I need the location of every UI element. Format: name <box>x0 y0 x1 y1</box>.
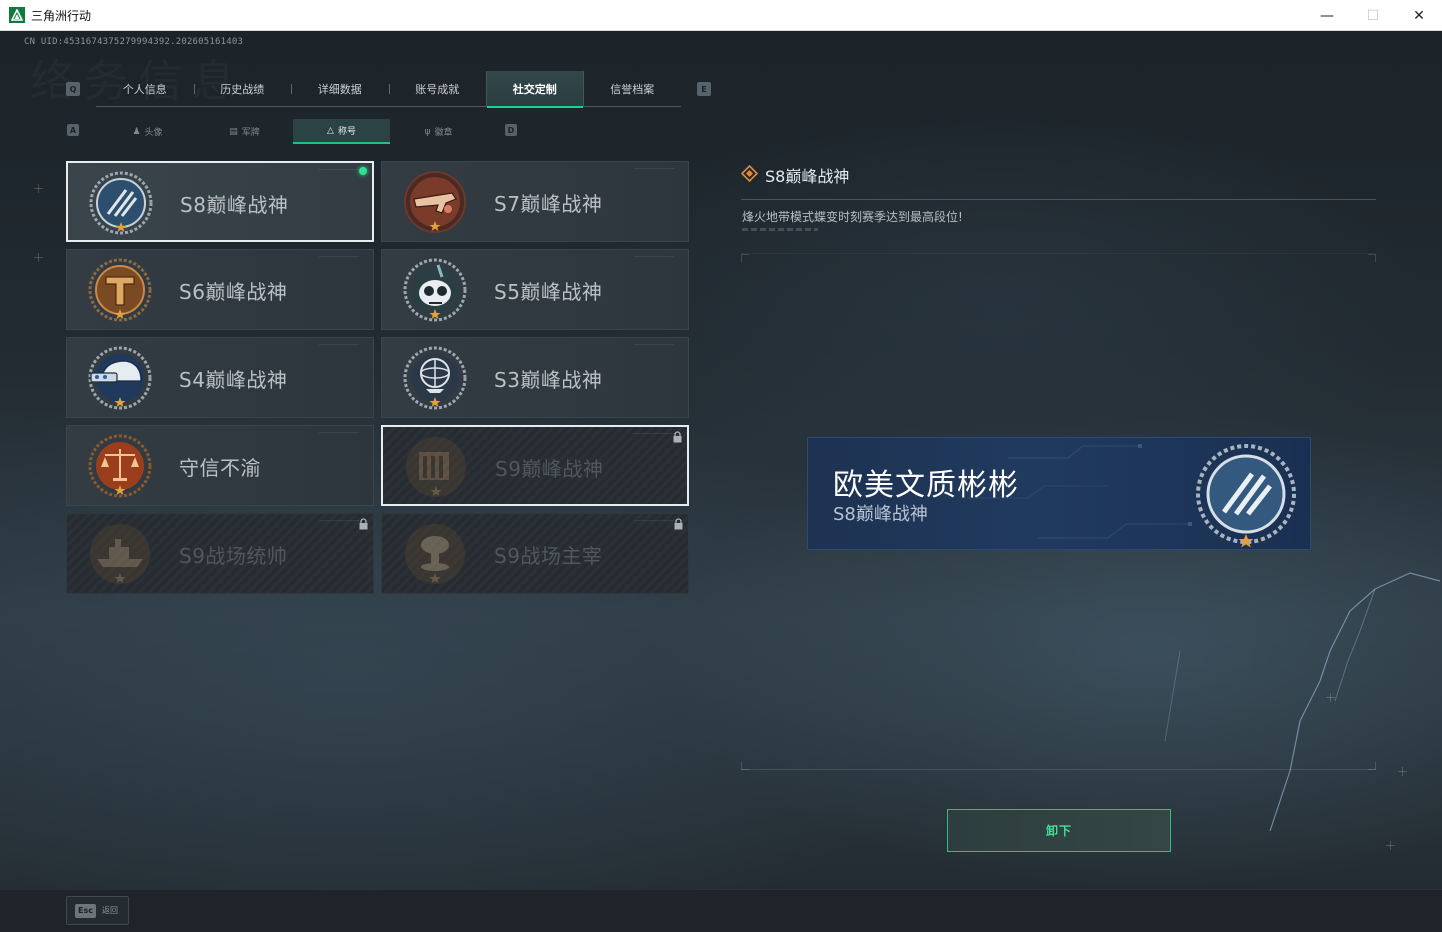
tab-personal-info[interactable]: 个人信息 <box>96 71 194 107</box>
tab-history[interactable]: 历史战绩 <box>193 71 292 107</box>
ship-medal-icon <box>90 524 150 584</box>
subtab-title-label: 称号 <box>337 127 356 137</box>
detail-title: S8巅峰战神 <box>765 167 850 186</box>
back-button[interactable]: Esc 返回 <box>66 896 129 925</box>
title-card[interactable]: S3巅峰战神 <box>381 337 689 418</box>
s7-medal-icon <box>404 171 466 233</box>
title-triangle-icon: △ <box>327 125 334 136</box>
main-tab-bar: 个人信息 历史战绩 详细数据 账号成就 社交定制 信誉档案 <box>96 71 682 108</box>
subtab-badge[interactable]: ψ 徽章 <box>390 119 487 144</box>
title-card[interactable]: 守信不渝 <box>66 425 374 506</box>
lock-icon <box>673 431 682 443</box>
lock-icon <box>674 518 683 530</box>
player-name: 欧美文质彬彬 <box>833 468 1019 503</box>
dogtag-icon: ▤ <box>229 126 238 137</box>
title-card-label: S9战场主宰 <box>494 544 603 568</box>
subtab-dogtag[interactable]: ▤ 军牌 <box>196 119 293 144</box>
game-viewport: 络务信息 CN UID:4531674375279994392.20260516… <box>0 31 1442 932</box>
person-icon: ♟ <box>132 126 141 137</box>
frame-corner <box>741 254 749 262</box>
divider <box>741 769 1376 770</box>
title-card[interactable]: S6巅峰战神 <box>66 249 374 330</box>
title-card-label: S5巅峰战神 <box>494 280 603 304</box>
window-title: 三角洲行动 <box>31 8 92 23</box>
s3-medal-icon <box>403 346 467 410</box>
badge-icon: ψ <box>424 126 431 137</box>
s8-medal-icon <box>1196 444 1296 548</box>
title-card[interactable]: S4巅峰战神 <box>66 337 374 418</box>
title-preview-banner: 欧美文质彬彬 S8巅峰战神 <box>807 437 1311 550</box>
subtab-avatar-label: 头像 <box>144 128 163 138</box>
sub-tab-prev-key[interactable]: A <box>67 124 79 136</box>
equipped-indicator <box>359 167 367 175</box>
tab-social-custom[interactable]: 社交定制 <box>486 71 584 108</box>
tab-credit-profile[interactable]: 信誉档案 <box>584 71 682 107</box>
title-card[interactable]: S8巅峰战神 <box>66 161 374 242</box>
title-card[interactable]: S7巅峰战神 <box>381 161 689 242</box>
bottom-bar <box>0 889 1442 932</box>
subtab-title[interactable]: △ 称号 <box>293 119 390 144</box>
title-card-label: S6巅峰战神 <box>179 280 288 304</box>
detail-description: 烽火地带模式蝶变时刻赛季达到最高段位! <box>742 210 963 224</box>
frame-corner <box>1368 254 1376 262</box>
tab-detailed-data[interactable]: 详细数据 <box>291 71 389 107</box>
title-card-label: S4巅峰战神 <box>179 368 288 392</box>
sub-tab-next-key[interactable]: D <box>505 124 517 136</box>
s4-medal-icon <box>88 346 152 410</box>
title-card[interactable]: S9巅峰战神 <box>381 425 689 506</box>
mushroom-cloud-medal-icon <box>405 524 465 584</box>
back-label: 返回 <box>101 906 118 915</box>
title-card-label: S9巅峰战神 <box>495 457 604 481</box>
title-card-label: S3巅峰战神 <box>494 368 603 392</box>
scales-medal-icon <box>88 434 152 498</box>
title-card[interactable]: S5巅峰战神 <box>381 249 689 330</box>
esc-key: Esc <box>75 903 96 918</box>
decor-dash <box>742 228 818 231</box>
uid-label: CN UID:4531674375279994392.202605161403 <box>24 37 244 47</box>
s6-medal-icon <box>88 258 152 322</box>
subtab-dogtag-label: 军牌 <box>241 128 260 138</box>
s8-medal-icon <box>89 171 153 235</box>
decor-cross <box>34 184 43 193</box>
maximize-button[interactable]: ☐ <box>1350 0 1396 31</box>
title-card[interactable]: S9战场统帅 <box>66 513 374 594</box>
title-card-label: S9战场统帅 <box>179 544 288 568</box>
title-card[interactable]: S9战场主宰 <box>381 513 689 594</box>
s9-medal-icon <box>406 437 466 497</box>
title-card-label: S7巅峰战神 <box>494 192 603 216</box>
title-diamond-icon <box>741 165 758 182</box>
banner-title-text: S8巅峰战神 <box>833 504 928 525</box>
unequip-button[interactable]: 卸下 <box>947 809 1171 852</box>
main-tab-next-key[interactable]: E <box>697 82 711 96</box>
subtab-avatar[interactable]: ♟ 头像 <box>99 119 196 144</box>
title-card-label: S8巅峰战神 <box>180 193 289 217</box>
window-titlebar: 三角洲行动 — ☐ ✕ <box>0 0 1442 31</box>
divider <box>741 199 1376 200</box>
app-logo-icon <box>9 7 25 23</box>
subtab-badge-label: 徽章 <box>434 128 453 138</box>
main-tab-prev-key[interactable]: Q <box>66 82 80 96</box>
lock-icon <box>359 518 368 530</box>
sub-tab-bar: ♟ 头像 ▤ 军牌 △ 称号 ψ 徽章 <box>99 119 487 144</box>
title-card-label: 守信不渝 <box>179 456 261 480</box>
s5-medal-icon <box>403 258 467 322</box>
minimize-button[interactable]: — <box>1304 0 1350 31</box>
close-button[interactable]: ✕ <box>1396 0 1442 31</box>
tab-achievements[interactable]: 账号成就 <box>388 71 487 107</box>
decor-cross <box>34 253 43 262</box>
